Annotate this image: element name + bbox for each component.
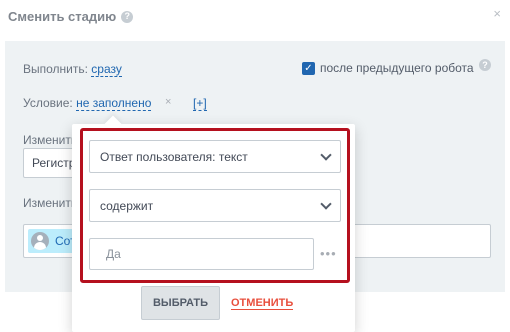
select-button[interactable]: ВЫБРАТЬ (141, 286, 220, 320)
after-previous-label: после предыдущего робота (320, 61, 474, 75)
change-label-2: Изменить (23, 196, 78, 210)
cancel-link[interactable]: ОТМЕНИТЬ (231, 297, 294, 310)
close-icon[interactable]: × (493, 6, 501, 21)
condition-operator-value: содержит (100, 198, 154, 213)
after-previous-checkbox[interactable]: ✓ (302, 61, 315, 75)
execute-value-link[interactable]: сразу (91, 62, 122, 77)
change-label-1: Изменить (23, 133, 78, 147)
help-icon[interactable]: ? (479, 59, 491, 71)
chevron-down-icon (320, 197, 332, 210)
help-icon[interactable]: ? (121, 10, 134, 23)
dialog-title: Сменить стадию ? (8, 9, 134, 24)
condition-row: Условие: не заполнено (23, 96, 152, 111)
dialog-title-text: Сменить стадию (8, 9, 117, 24)
condition-add-link[interactable]: [+] (193, 96, 207, 111)
condition-field-select[interactable]: Ответ пользователя: текст (89, 140, 341, 173)
chevron-down-icon (320, 148, 332, 161)
condition-field-value: Ответ пользователя: текст (100, 149, 248, 164)
more-options-icon[interactable]: ••• (320, 246, 337, 261)
condition-clear-icon[interactable]: × (165, 96, 171, 108)
after-previous-option[interactable]: ✓ после предыдущего робота (302, 61, 474, 75)
avatar-icon (31, 232, 49, 250)
condition-value-link[interactable]: не заполнено (76, 96, 152, 111)
execute-row: Выполнить: сразу (23, 62, 122, 77)
execute-label: Выполнить: (23, 62, 88, 76)
condition-value-input[interactable] (89, 238, 314, 270)
condition-label: Условие: (23, 96, 73, 110)
condition-operator-select[interactable]: содержит (89, 189, 341, 222)
